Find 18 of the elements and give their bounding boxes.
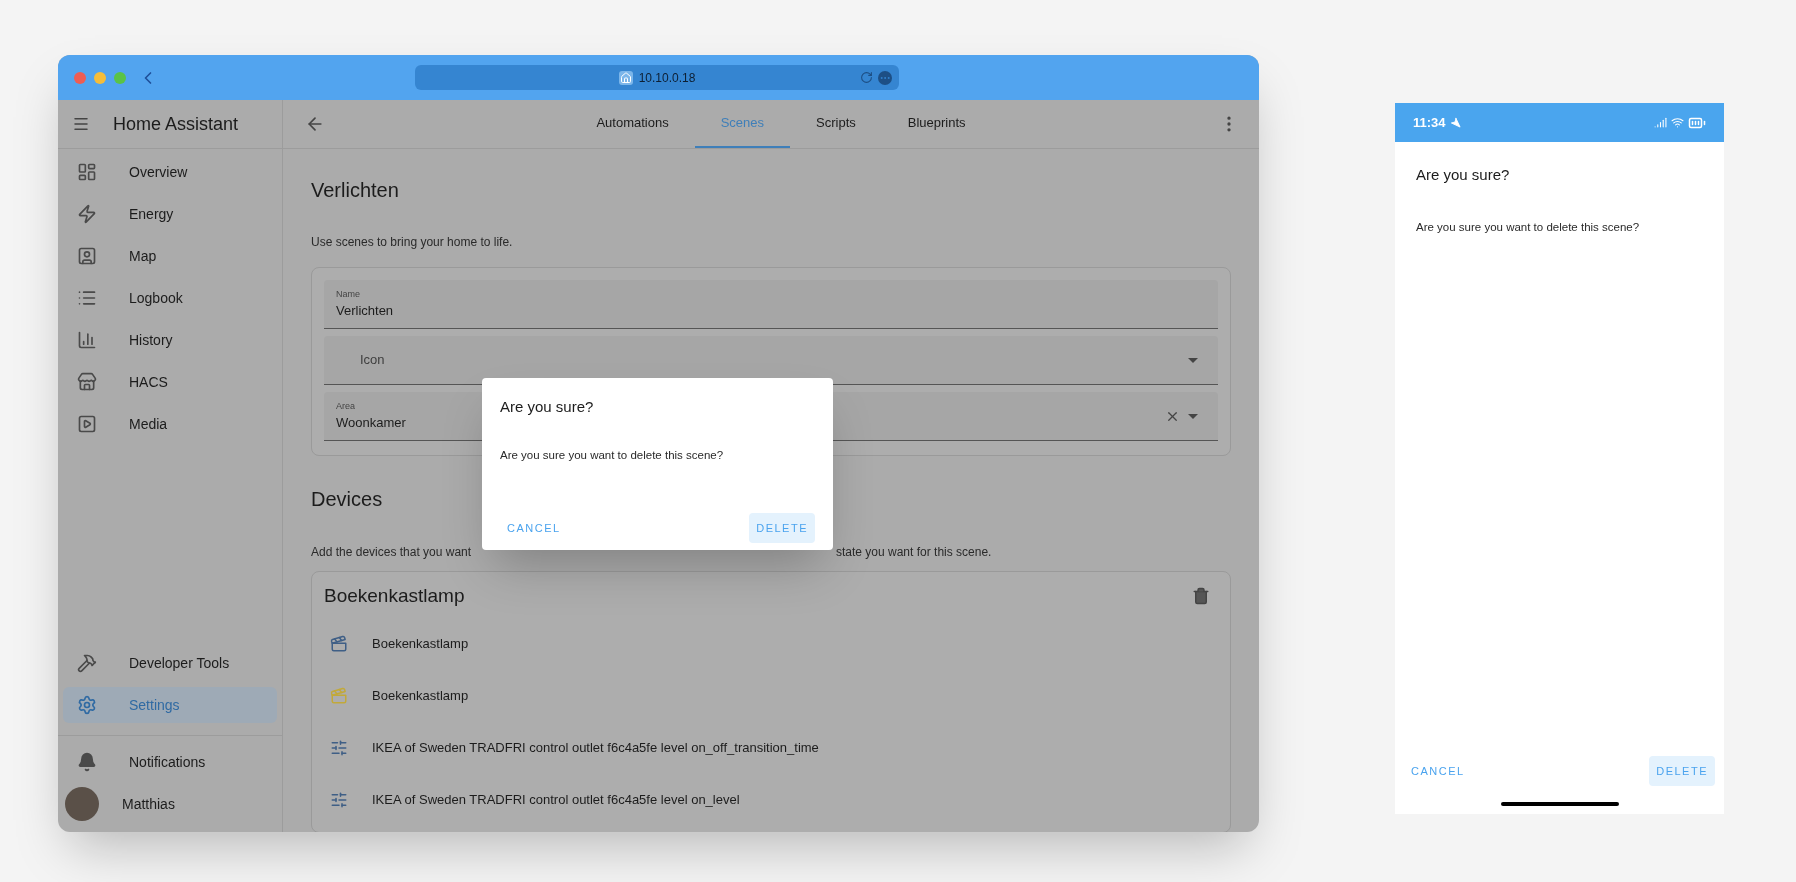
dialog-title: Are you sure?: [500, 397, 595, 417]
status-time: 11:34: [1413, 113, 1446, 132]
dialog-message: Are you sure you want to delete this scene?: [500, 447, 725, 463]
dialog-message: Are you sure you want to delete this scene?: [1416, 219, 1641, 235]
device-title: Boekenkastlamp: [324, 583, 465, 608]
devices-description: Add the devices that you want: [311, 545, 472, 559]
devices-description: state you want for this scene.: [836, 544, 992, 561]
field-label: Area: [336, 399, 356, 413]
dialog-title: Are you sure?: [1416, 165, 1511, 185]
field-value: Woonkamer: [336, 414, 406, 432]
field-label: Name: [336, 287, 360, 301]
scene-description: Use scenes to bring your home to life.: [311, 234, 514, 251]
url-text: 10.10.0.18: [638, 69, 696, 87]
field-value: Verlichten: [336, 302, 394, 320]
field-placeholder: Icon: [360, 351, 385, 370]
devices-heading: Devices: [311, 487, 384, 512]
scene-title: Verlichten: [311, 178, 400, 203]
app-title: Home Assistant: [113, 112, 239, 136]
